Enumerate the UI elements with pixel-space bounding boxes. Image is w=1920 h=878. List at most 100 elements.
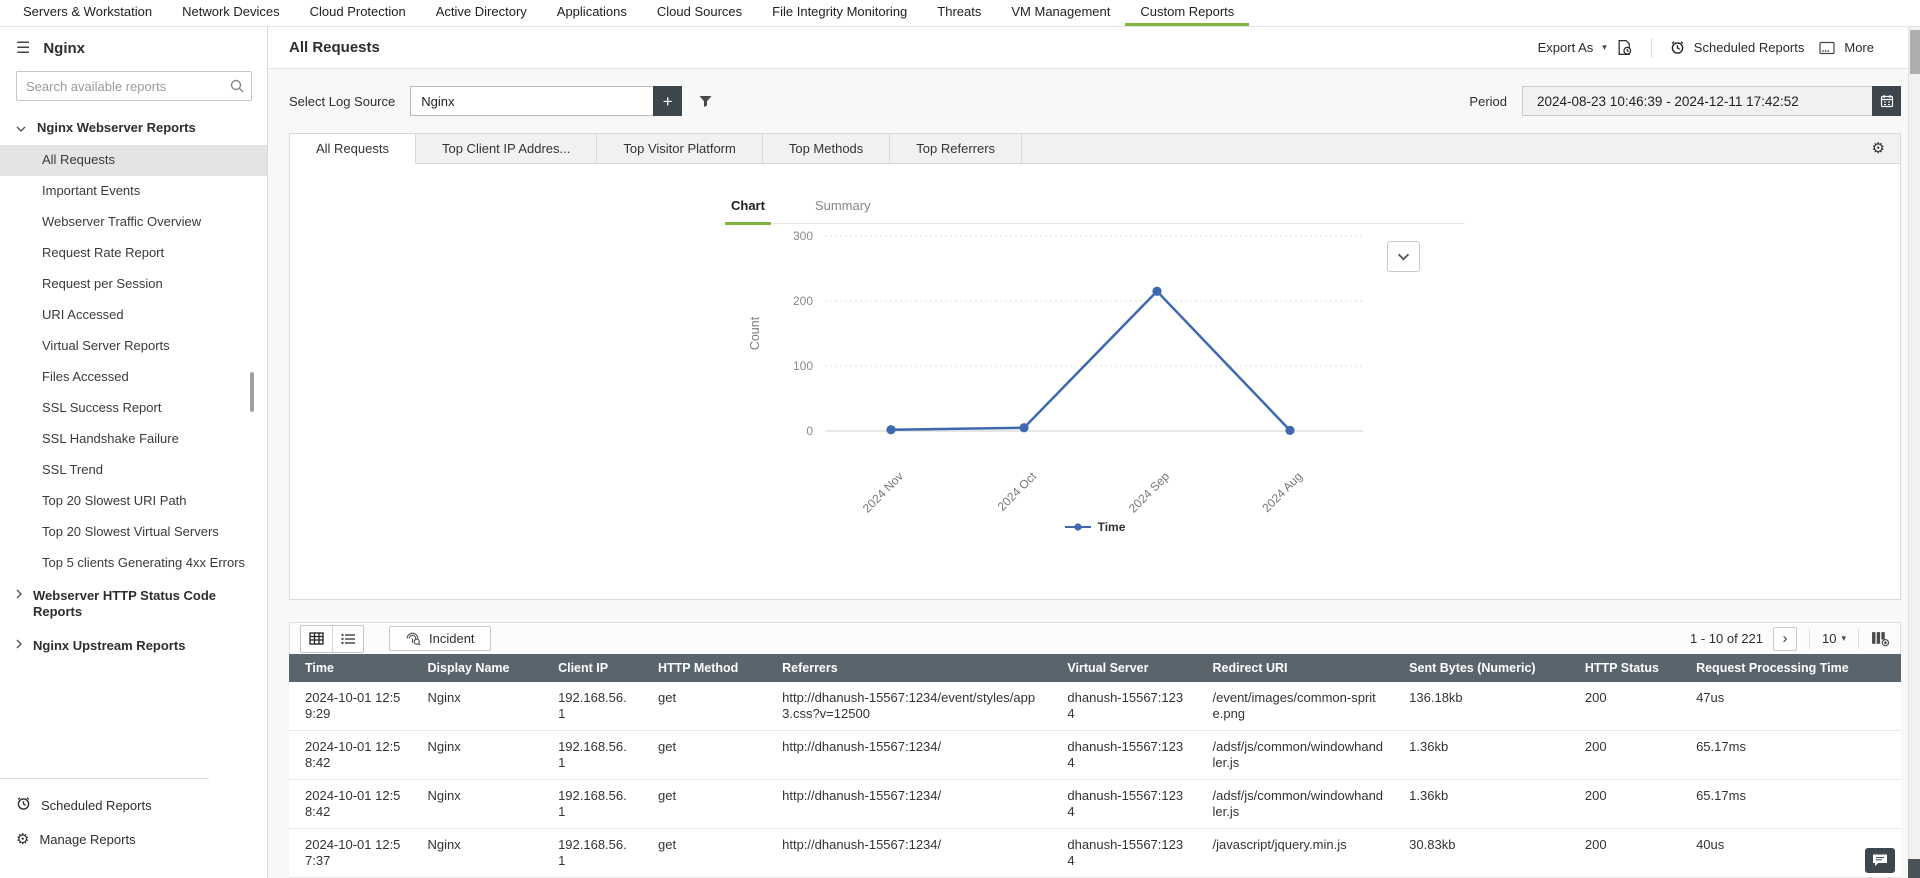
calendar-icon[interactable] <box>1872 86 1901 116</box>
sidebar-group-nginx-upstream-reports[interactable]: Nginx Upstream Reports <box>0 629 267 663</box>
cell-http-status: 200 <box>1568 730 1681 780</box>
nav-item-threats[interactable]: Threats <box>922 0 996 26</box>
sidebar-group-label: Nginx Upstream Reports <box>33 638 186 653</box>
filter-row: Select Log Source + Period <box>289 86 1901 116</box>
sidebar-report-list: All Requests Important Events Webserver Tr… <box>0 145 267 579</box>
sidebar-header: ☰ Nginx <box>0 27 267 65</box>
tab-top-client-ip-addres[interactable]: Top Client IP Addres... <box>415 134 598 163</box>
column-header-http-method[interactable]: HTTP Method <box>642 654 767 682</box>
fingerprint-search-icon <box>405 631 421 646</box>
pagination-range: 1 - 10 of 221 <box>1690 631 1763 646</box>
table-row[interactable]: 2024-10-01 12:57:37 Nginx 192.168.56.1 get h… <box>289 828 1901 878</box>
sidebar-item-request-rate-report[interactable]: Request Rate Report <box>0 238 267 269</box>
sidebar-item-virtual-server-reports[interactable]: Virtual Server Reports <box>0 331 267 362</box>
cell-display-name: Nginx <box>411 682 543 731</box>
sidebar-item-top-5-clients-generating-4xx-errors[interactable]: Top 5 clients Generating 4xx Errors <box>0 548 267 579</box>
export-schedule-icon[interactable] <box>1616 39 1633 56</box>
add-log-source-button[interactable]: + <box>653 86 683 116</box>
chart-point <box>886 425 896 435</box>
line-chart: 0 100 200 300 Count 2024 Nov 2024 Oct 2024 Sep 2… <box>748 229 1363 515</box>
x-tick-label: 2024 Oct <box>995 469 1040 514</box>
feedback-chat-button[interactable] <box>1865 848 1895 873</box>
search-input[interactable] <box>16 71 252 101</box>
chart-legend[interactable]: Time <box>725 520 1465 534</box>
column-header-referrers[interactable]: Referrers <box>766 654 1052 682</box>
sidebar-item-ssl-handshake-failure[interactable]: SSL Handshake Failure <box>0 424 267 455</box>
incident-label: Incident <box>429 631 475 646</box>
sidebar-item-all-requests[interactable]: All Requests <box>0 145 267 176</box>
cell-redirect-uri: /javascript/jquery.min.js <box>1196 828 1394 878</box>
nav-item-active-directory[interactable]: Active Directory <box>421 0 542 26</box>
chart-panel: Chart Summary 0 100 200 300 Count 2024 Nov 2024… <box>289 164 1901 600</box>
column-header-sent-bytes-numeric[interactable]: Sent Bytes (Numeric) <box>1393 654 1569 682</box>
incident-button[interactable]: Incident <box>389 626 491 651</box>
sidebar-footer-manage-reports[interactable]: ⚙ Manage Reports <box>0 823 267 856</box>
nav-item-cloud-protection[interactable]: Cloud Protection <box>295 0 421 26</box>
column-header-virtual-server[interactable]: Virtual Server <box>1051 654 1197 682</box>
nav-item-vm-management[interactable]: VM Management <box>996 0 1125 26</box>
page-title: All Requests <box>289 39 380 56</box>
page-scrollbar-thumb[interactable] <box>1910 30 1920 74</box>
cell-redirect-uri: /adsf/js/common/windowhandler.js <box>1196 730 1394 780</box>
scrollbar-corner <box>1908 859 1920 878</box>
view-toggle: Chart Summary <box>725 198 1465 225</box>
nav-item-file-integrity-monitoring[interactable]: File Integrity Monitoring <box>757 0 922 26</box>
chart-options-dropdown-button[interactable] <box>1387 241 1420 272</box>
toggle-summary[interactable]: Summary <box>809 198 877 225</box>
export-as-button[interactable]: Export As <box>1538 40 1594 55</box>
table-row[interactable]: 2024-10-01 12:59:29 Nginx 192.168.56.1 get h… <box>289 682 1901 731</box>
column-header-request-processing-time[interactable]: Request Processing Time <box>1680 654 1901 682</box>
nav-item-applications[interactable]: Applications <box>542 0 642 26</box>
grid-view-icon[interactable] <box>301 626 332 652</box>
more-button[interactable]: More <box>1844 40 1874 55</box>
column-header-client-ip[interactable]: Client IP <box>542 654 642 682</box>
cell-sent-bytes-numeric: 30.83kb <box>1393 828 1569 878</box>
nav-item-custom-reports[interactable]: Custom Reports <box>1125 0 1250 26</box>
sidebar-item-top-20-slowest-virtual-servers[interactable]: Top 20 Slowest Virtual Servers <box>0 517 267 548</box>
cell-time: 2024-10-01 12:59:29 <box>289 682 412 731</box>
tab-settings-gear-icon[interactable]: ⚙ <box>1872 134 1900 163</box>
log-source-input[interactable] <box>410 86 654 116</box>
table-row[interactable]: 2024-10-01 12:58:42 Nginx 192.168.56.1 get h… <box>289 730 1901 780</box>
sidebar-footer-scheduled-reports[interactable]: Scheduled Reports <box>0 787 267 823</box>
tab-top-visitor-platform[interactable]: Top Visitor Platform <box>597 134 763 163</box>
next-page-button[interactable]: › <box>1773 626 1797 651</box>
table-row[interactable]: 2024-10-01 12:58:42 Nginx 192.168.56.1 get h… <box>289 779 1901 829</box>
table-toolbar: Incident 1 - 10 of 221 › 10 ▾ <box>289 622 1901 654</box>
filter-icon[interactable] <box>695 91 716 112</box>
nav-item-cloud-sources[interactable]: Cloud Sources <box>642 0 757 26</box>
cell-http-method: get <box>642 730 767 780</box>
export-caret-icon: ▾ <box>1602 42 1607 52</box>
page-scrollbar[interactable] <box>1908 27 1920 878</box>
sidebar-item-request-per-session[interactable]: Request per Session <box>0 269 267 300</box>
sidebar-item-ssl-trend[interactable]: SSL Trend <box>0 455 267 486</box>
sidebar-item-uri-accessed[interactable]: URI Accessed <box>0 300 267 331</box>
sidebar-item-ssl-success-report[interactable]: SSL Success Report <box>0 393 267 424</box>
column-header-redirect-uri[interactable]: Redirect URI <box>1196 654 1394 682</box>
page-size-select[interactable]: 10 ▾ <box>1822 631 1846 646</box>
sidebar-item-top-20-slowest-uri-path[interactable]: Top 20 Slowest URI Path <box>0 486 267 517</box>
sidebar-item-files-accessed[interactable]: Files Accessed <box>0 362 267 393</box>
tab-all-requests[interactable]: All Requests <box>290 134 416 164</box>
sidebar-item-important-events[interactable]: Important Events <box>0 176 267 207</box>
toggle-chart[interactable]: Chart <box>725 198 771 225</box>
sidebar-group-webserver-http-status-code-reports[interactable]: Webserver HTTP Status Code Reports <box>0 579 267 629</box>
nav-item-servers-workstation[interactable]: Servers & Workstation <box>8 0 167 26</box>
scheduled-reports-button[interactable]: Scheduled Reports <box>1694 40 1805 55</box>
cell-display-name: Nginx <box>411 779 543 829</box>
tab-top-methods[interactable]: Top Methods <box>762 134 891 163</box>
nav-item-network-devices[interactable]: Network Devices <box>167 0 295 26</box>
column-header-display-name[interactable]: Display Name <box>411 654 543 682</box>
tab-top-referrers[interactable]: Top Referrers <box>890 134 1023 163</box>
sidebar-item-webserver-traffic-overview[interactable]: Webserver Traffic Overview <box>0 207 267 238</box>
hamburger-menu-icon[interactable]: ☰ <box>16 40 30 57</box>
add-column-icon[interactable] <box>1871 631 1889 647</box>
column-header-http-status[interactable]: HTTP Status <box>1568 654 1681 682</box>
list-view-icon[interactable] <box>332 625 363 652</box>
cell-http-status: 200 <box>1568 779 1681 829</box>
column-header-time[interactable]: Time <box>289 654 412 682</box>
sidebar-group-nginx-webserver-reports[interactable]: Nginx Webserver Reports <box>0 111 267 145</box>
period-input[interactable] <box>1522 86 1872 116</box>
cell-client-ip: 192.168.56.1 <box>542 682 642 731</box>
sidebar-scrollbar-handle[interactable] <box>250 372 254 412</box>
